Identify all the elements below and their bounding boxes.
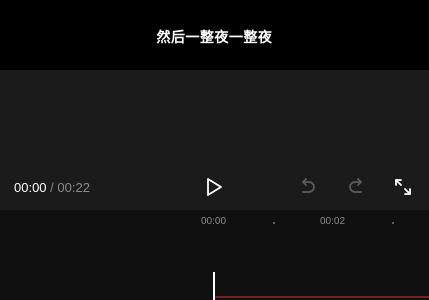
redo-icon bbox=[349, 178, 362, 193]
play-icon bbox=[207, 178, 222, 196]
undo-icon bbox=[302, 178, 315, 193]
ruler-tick-dot bbox=[392, 222, 394, 224]
fullscreen-button[interactable] bbox=[392, 176, 414, 198]
ruler-label: 00:00 bbox=[201, 216, 227, 227]
ruler-tick-dot bbox=[273, 222, 275, 224]
time-separator: / bbox=[50, 180, 54, 195]
ruler-label: 00:02 bbox=[320, 216, 346, 227]
current-time: 00:00 bbox=[14, 180, 47, 195]
total-time: 00:22 bbox=[57, 180, 90, 195]
subtitle-text: 然后一整夜一整夜 bbox=[156, 30, 273, 46]
time-readout: 00:00 / 00:22 bbox=[14, 180, 90, 195]
video-preview[interactable]: 然后一整夜一整夜 bbox=[0, 0, 429, 70]
fullscreen-icon bbox=[395, 179, 411, 195]
undo-button[interactable] bbox=[297, 176, 319, 198]
play-button[interactable] bbox=[203, 176, 225, 198]
redo-button[interactable] bbox=[345, 176, 367, 198]
clip-track[interactable] bbox=[215, 296, 429, 298]
video-editor-screen: 然后一整夜一整夜 00:00 / 00:22 00:00 00:02 bbox=[0, 0, 429, 300]
